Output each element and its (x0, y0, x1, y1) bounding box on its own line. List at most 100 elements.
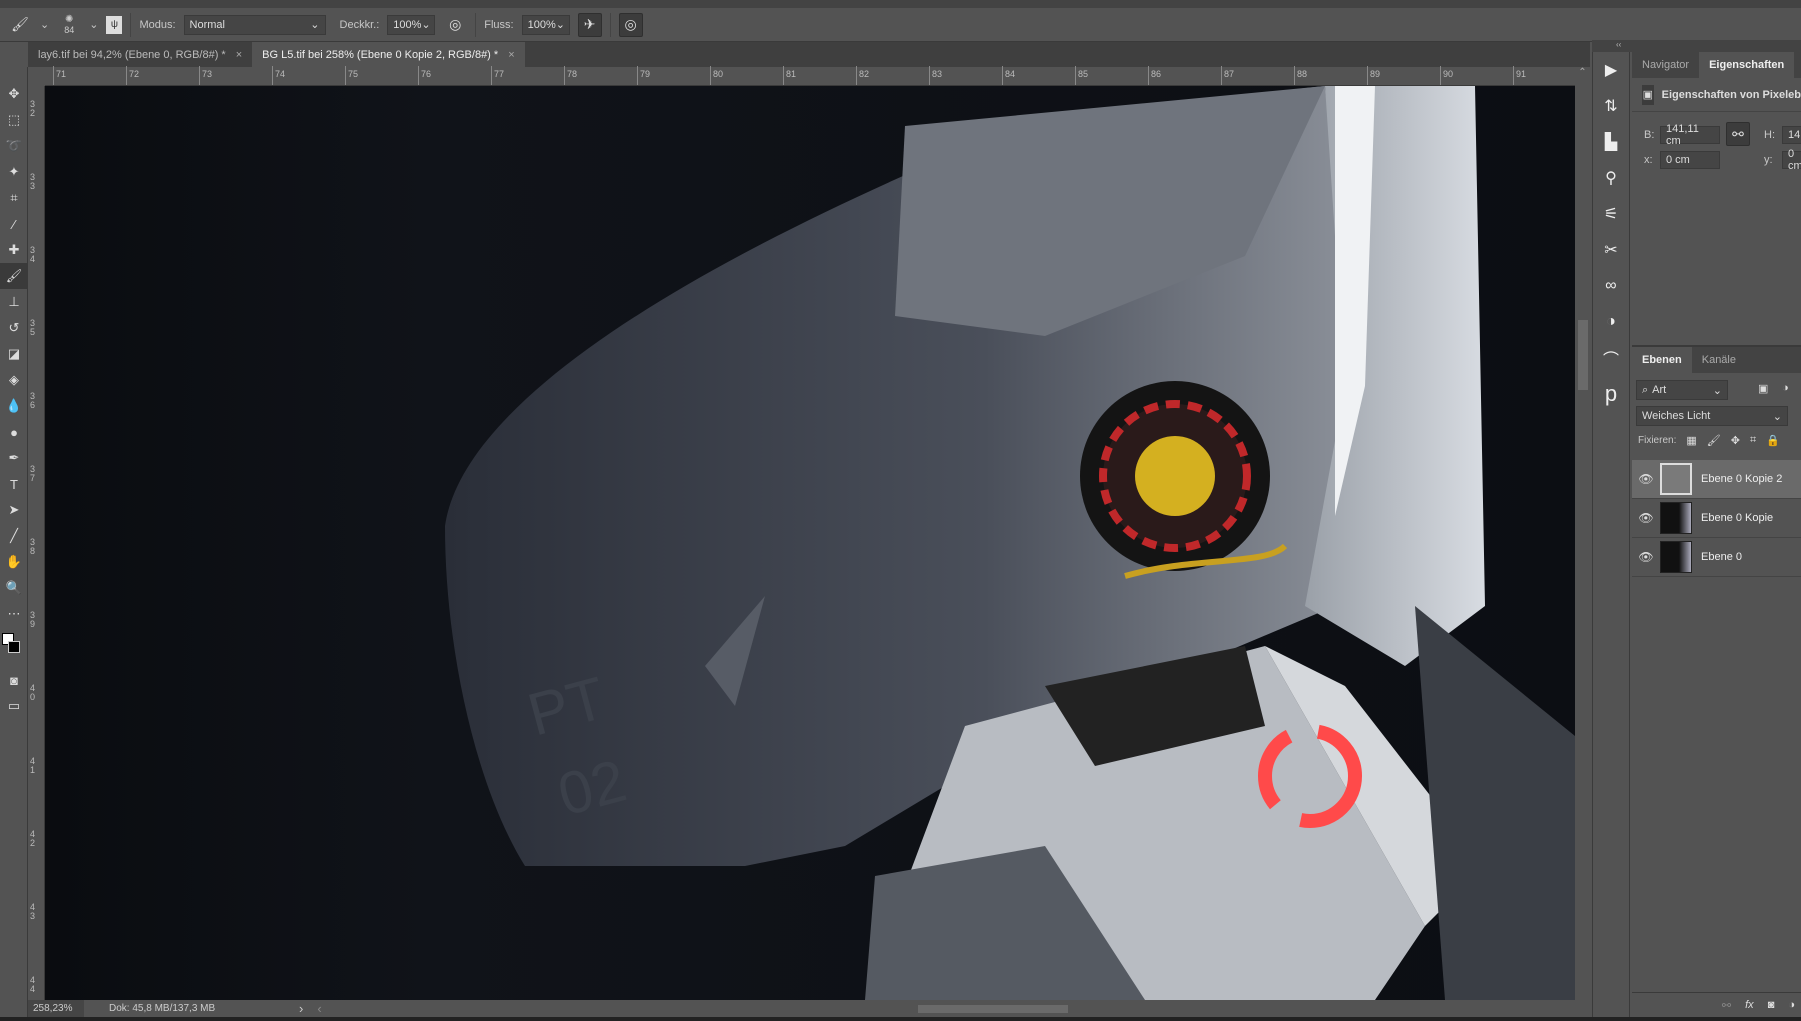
eye-icon[interactable]: 👁 (1632, 511, 1660, 525)
zoom-level[interactable]: 258,23% (28, 1000, 84, 1017)
lock-pixels-icon[interactable]: 🖌 (1707, 434, 1721, 447)
mode-select[interactable]: Normal ⌄ (183, 14, 326, 35)
collapse-panels-icon[interactable]: ‹‹ (1616, 40, 1621, 49)
x-field[interactable]: 0 cm (1660, 151, 1720, 169)
ruler-label: 86 (1151, 69, 1162, 79)
dodge-tool-icon[interactable]: ● (0, 419, 28, 445)
brush-tool-icon[interactable]: 🖌 (0, 263, 28, 289)
height-field[interactable]: 141, (1782, 126, 1801, 144)
history-brush-icon[interactable]: ↺ (0, 315, 28, 341)
brush-panel-icon[interactable]: ψ (106, 15, 123, 34)
creative-cloud-icon[interactable]: ∞ (1593, 268, 1629, 304)
ruler-label: 83 (932, 69, 943, 79)
airbrush-icon[interactable]: ✈ (577, 12, 602, 37)
link-icon[interactable]: ⚯ (1726, 122, 1750, 146)
crop-tool-icon[interactable]: ⌗ (0, 185, 28, 211)
close-icon[interactable]: × (508, 49, 514, 61)
close-icon[interactable]: × (236, 49, 242, 61)
brush-settings-icon[interactable]: ⚟ (1593, 196, 1629, 232)
tab-navigator[interactable]: Navigator (1632, 52, 1699, 78)
lock-all-icon[interactable]: 🔒 (1766, 434, 1780, 447)
eye-icon[interactable]: 👁 (1632, 472, 1660, 486)
paths-icon[interactable]: ⌒ (1593, 340, 1629, 376)
stamp-tool-icon[interactable]: ⊥ (0, 289, 28, 315)
histogram-icon[interactable]: ▙ (1593, 124, 1629, 160)
scroll-up-icon[interactable]: ⌃ (1575, 67, 1590, 78)
blur-tool-icon[interactable]: 💧 (0, 393, 28, 419)
horizontal-scrollbar-thumb[interactable] (918, 1005, 1068, 1013)
eyedropper-icon[interactable]: ⁄ (0, 211, 28, 237)
history-icon[interactable]: ⇅ (1593, 88, 1629, 124)
chevron-down-icon[interactable]: ⌄ (89, 18, 98, 31)
magic-wand-icon[interactable]: ✦ (0, 159, 28, 185)
opacity-field[interactable]: 100% ⌄ (387, 14, 436, 35)
lock-transparency-icon[interactable]: ▦ (1686, 434, 1696, 447)
hand-tool-icon[interactable]: ✋ (0, 549, 28, 575)
pen-tool-icon[interactable]: ✒ (0, 445, 28, 471)
tab-layers[interactable]: Ebenen (1632, 347, 1692, 373)
brush-tool-icon[interactable]: 🖌 (8, 13, 32, 37)
quick-mask-icon[interactable]: ◙ (0, 667, 28, 693)
link-layers-icon[interactable]: ⚯ (1722, 999, 1731, 1012)
adjustment-layer-icon[interactable]: ◑ (1788, 999, 1795, 1011)
divider (475, 12, 477, 37)
horizontal-ruler[interactable]: 71 72 73 74 75 76 77 78 79 80 81 82 83 84 85 86 87 88 89 90… (45, 66, 1575, 86)
path-select-icon[interactable]: ➤ (0, 497, 28, 523)
width-field[interactable]: 141,11 cm (1660, 123, 1720, 147)
more-tools-icon[interactable]: ⋯ (0, 601, 28, 627)
filter-pixel-icon[interactable]: ▣ (1758, 382, 1768, 395)
robot-artwork: PT 02 (45, 86, 1575, 1000)
pressure-size-icon[interactable]: ◎ (618, 12, 643, 37)
tab-channels[interactable]: Kanäle (1692, 347, 1746, 373)
tools-icon[interactable]: ✂ (1593, 232, 1629, 268)
tab-bg-l5[interactable]: BG L5.tif bei 258% (Ebene 0 Kopie 2, RGB… (252, 42, 525, 67)
type-tool-icon[interactable]: T (0, 471, 28, 497)
tab-color[interactable]: Fa (1794, 52, 1801, 78)
tab-label: lay6.tif bei 94,2% (Ebene 0, RGB/8#) * (38, 48, 226, 61)
screen-mode-icon[interactable]: ▭ (0, 693, 28, 719)
ruler-label: 81 (786, 69, 797, 79)
layer-thumbnail (1660, 463, 1692, 495)
tool-presets-icon[interactable]: ⚲ (1593, 160, 1629, 196)
tab-lay6[interactable]: lay6.tif bei 94,2% (Ebene 0, RGB/8#) * × (28, 42, 252, 67)
document-canvas[interactable]: PT 02 (45, 86, 1575, 1000)
chevron-down-icon[interactable]: ⌄ (40, 18, 49, 31)
blend-mode-select[interactable]: Weiches Licht ⌄ (1636, 406, 1788, 426)
zoom-tool-icon[interactable]: 🔍 (0, 575, 28, 601)
vertical-scrollbar[interactable]: ⌃ (1575, 67, 1590, 1000)
y-field[interactable]: 0 cm (1782, 148, 1801, 172)
lock-artboard-icon[interactable]: ⌗ (1750, 434, 1756, 447)
healing-brush-icon[interactable]: ✚ (0, 237, 28, 263)
vertical-ruler[interactable]: 3 2 3 3 3 4 3 5 3 6 3 7 3 8 3 9 4 0 4 1 4 2 4 3 4 4 (28, 86, 45, 1000)
ruler-tick (272, 66, 273, 85)
pressure-opacity-icon[interactable]: ◎ (443, 13, 467, 37)
scroll-left-icon[interactable]: ‹ (317, 1001, 321, 1016)
scrollbar-thumb[interactable] (1578, 320, 1588, 390)
layer-row[interactable]: 👁 Ebene 0 Kopie (1632, 499, 1801, 538)
layer-row[interactable]: 👁 Ebene 0 (1632, 538, 1801, 577)
marquee-tool-icon[interactable]: ⬚ (0, 107, 28, 133)
brush-preset-picker[interactable]: ✺ 84 (57, 14, 81, 35)
lock-position-icon[interactable]: ✥ (1731, 434, 1740, 447)
chevron-down-icon[interactable]: ⌄ (421, 18, 430, 31)
play-actions-icon[interactable]: ▶ (1593, 52, 1629, 88)
eye-icon[interactable]: 👁 (1632, 550, 1660, 564)
move-tool-icon[interactable]: ✥ (0, 81, 28, 107)
layer-row[interactable]: 👁 Ebene 0 Kopie 2 (1632, 460, 1801, 499)
eraser-icon[interactable]: ◪ (0, 341, 28, 367)
fx-icon[interactable]: fx (1745, 999, 1754, 1011)
line-tool-icon[interactable]: ╱ (0, 523, 28, 549)
flow-field[interactable]: 100% ⌄ (521, 14, 570, 35)
chevron-down-icon[interactable]: ⌄ (556, 18, 565, 31)
adjustments-icon[interactable]: ◑ (1593, 304, 1629, 340)
plugin-p-icon[interactable]: p (1593, 376, 1629, 412)
filter-adjustment-icon[interactable]: ◑ (1782, 382, 1789, 394)
tab-properties[interactable]: Eigenschaften (1699, 52, 1795, 78)
ruler-tick (1221, 66, 1222, 85)
lasso-tool-icon[interactable]: ➰ (0, 133, 28, 159)
paint-bucket-icon[interactable]: ◈ (0, 367, 28, 393)
color-swatches[interactable] (0, 627, 28, 667)
status-menu-arrow[interactable]: › (299, 1001, 303, 1016)
layer-mask-icon[interactable]: ◙ (1768, 999, 1775, 1011)
layer-filter-select[interactable]: ⌕ Art ⌄ (1636, 380, 1728, 400)
